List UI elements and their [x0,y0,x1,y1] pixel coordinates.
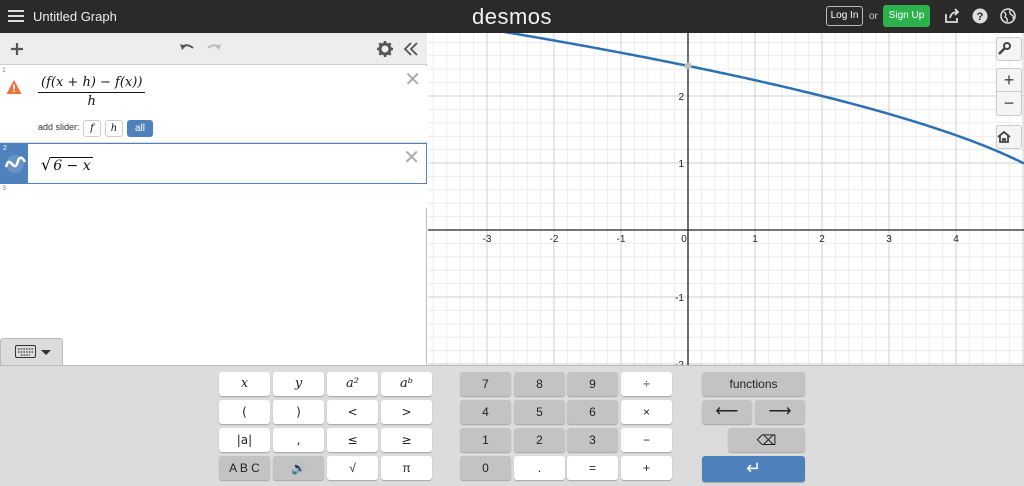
key-a-power-b[interactable]: aᵇ [381,372,432,396]
signup-button[interactable]: Sign Up [883,5,930,27]
x-tick-label: 4 [953,234,959,245]
sqrt-symbol: √ [41,155,52,174]
key-equals[interactable]: = [567,456,618,480]
key-abc[interactable]: A B C [219,456,270,480]
slider-button-h[interactable]: h [105,120,123,137]
key-x[interactable]: x [219,372,270,396]
x-tick-label: 3 [886,234,892,245]
graph-color-icon[interactable] [4,154,27,174]
key-5[interactable]: 5 [514,400,565,424]
x-tick-label: 1 [752,234,758,245]
x-tick-label: -1 [617,234,626,245]
key-8[interactable]: 8 [514,372,565,396]
x-tick-label: -2 [550,234,559,245]
key-2[interactable]: 2 [514,428,565,452]
fraction-numerator: (f(x + h) − f(x)) [38,74,146,93]
key-open-paren[interactable]: ( [219,400,270,424]
globe-icon[interactable] [1000,8,1016,24]
key-decimal[interactable]: . [514,456,565,480]
delete-expression-icon[interactable]: ✕ [403,148,420,168]
key-abs-value[interactable]: |a| [219,428,270,452]
key-greater-equal[interactable]: ≥ [381,428,432,452]
math-keypad: x y a² aᵇ () < > |a|, ≤ ≥ A B C 🔊 √ π 7 8 9 ÷ 4 5 6 × 1 2 3− 0. =… [0,365,1024,486]
y-tick-label: 1 [678,159,684,170]
key-1[interactable]: 1 [460,428,511,452]
graph-area[interactable]: -3-2-10123421-1-2 + − [428,33,1024,365]
redo-icon[interactable] [205,40,223,58]
enter-button[interactable]: ↵ [702,456,805,482]
key-3[interactable]: 3 [567,428,618,452]
x-tick-label: 2 [819,234,825,245]
or-label: or [869,11,878,22]
key-less-than[interactable]: < [327,400,378,424]
key-minus[interactable]: − [621,428,672,452]
zoom-in-button[interactable]: + [996,68,1022,92]
function-curve [503,33,1024,165]
key-4[interactable]: 4 [460,400,511,424]
expression-row-3[interactable]: 3 [0,184,427,208]
key-less-equal[interactable]: ≤ [327,428,378,452]
x-tick-label: -3 [483,234,492,245]
key-greater-than[interactable]: > [381,400,432,424]
hamburger-menu-icon[interactable] [8,8,24,24]
x-tick-label: 0 [681,234,687,245]
collapse-panel-icon[interactable] [402,40,420,58]
y-tick-label: 2 [678,92,684,103]
y-intercept-point [684,62,692,70]
key-pi[interactable]: π [381,456,432,480]
add-slider-label: add slider: [38,122,80,132]
key-6[interactable]: 6 [567,400,618,424]
key-divide[interactable]: ÷ [621,372,672,396]
y-tick-label: -1 [675,293,684,304]
key-comma[interactable]: , [273,428,324,452]
key-y[interactable]: y [273,372,324,396]
graph-title[interactable]: Untitled Graph [33,9,117,24]
delete-expression-icon[interactable]: ✕ [404,70,421,90]
keyboard-icon[interactable] [15,344,55,362]
expression-toolbar [0,33,427,65]
add-item-icon[interactable] [8,40,26,58]
keyboard-toggle-tab[interactable] [0,338,63,366]
expression-number: 1 [2,67,6,74]
functions-button[interactable]: functions [702,372,805,396]
fraction-denominator: h [87,94,96,109]
sqrt-radicand: 6 − x [51,157,93,174]
settings-gear-icon[interactable] [376,40,394,58]
expression-row-1[interactable]: 1 (f(x + h) − f(x)) h ✕ add slider: f h … [0,66,427,143]
key-0[interactable]: 0 [460,456,511,480]
key-9[interactable]: 9 [567,372,618,396]
cursor-right-button[interactable]: ⟶ [755,400,805,424]
expression-fraction[interactable]: (f(x + h) − f(x)) h [38,74,146,110]
key-7[interactable]: 7 [460,372,511,396]
top-bar: Untitled Graph desmos Log In or Sign Up … [0,0,1024,33]
expression-number: 2 [3,145,7,152]
key-a-squared[interactable]: a² [327,372,378,396]
help-icon[interactable]: ? [972,8,988,24]
sqrt-expression[interactable]: √ 6 − x [41,155,93,174]
undo-icon[interactable] [178,40,196,58]
key-audio[interactable]: 🔊 [273,456,324,480]
key-sqrt[interactable]: √ [327,456,378,480]
key-plus[interactable]: + [621,456,672,480]
key-multiply[interactable]: × [621,400,672,424]
slider-button-f[interactable]: f [83,120,101,137]
graph-canvas[interactable]: -3-2-10123421-1-2 [428,33,1024,365]
share-icon[interactable] [944,8,960,24]
backspace-button[interactable]: ⌫ [728,428,805,452]
slider-button-all[interactable]: all [127,120,153,137]
zoom-out-button[interactable]: − [996,92,1022,116]
expression-panel: 1 (f(x + h) − f(x)) h ✕ add slider: f h … [0,33,427,365]
home-view-icon[interactable] [996,125,1022,149]
login-button[interactable]: Log In [826,6,863,26]
cursor-left-button[interactable]: ⟵ [702,400,752,424]
key-close-paren[interactable]: ) [273,400,324,424]
expression-row-2[interactable]: 2 √ 6 − x ✕ [0,143,427,184]
svg-text:?: ? [977,11,984,23]
graph-settings-wrench-icon[interactable] [996,37,1022,61]
warning-icon[interactable] [6,79,22,95]
expression-number: 3 [2,185,6,192]
